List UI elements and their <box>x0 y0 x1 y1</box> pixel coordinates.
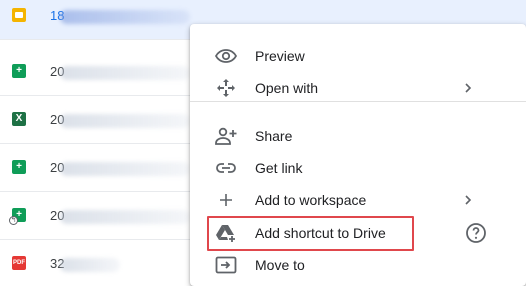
shortcut-badge-icon: ↰ <box>9 216 18 225</box>
sheets-icon: + <box>12 160 26 174</box>
chevron-right-icon <box>460 80 476 96</box>
blurred-file-name <box>60 114 190 128</box>
highlight-annotation-box <box>207 216 414 251</box>
blurred-file-name <box>60 258 120 272</box>
sheets-icon: + <box>12 64 26 78</box>
eye-icon <box>214 44 238 68</box>
blurred-file-name <box>60 66 190 80</box>
menu-item-label: Share <box>255 128 293 144</box>
menu-item-get-link[interactable]: Get link <box>190 152 526 184</box>
menu-item-add-to-workspace[interactable]: Add to workspace <box>190 184 526 216</box>
menu-item-label: Move to <box>255 257 305 273</box>
blurred-file-name <box>60 162 190 176</box>
menu-divider <box>190 101 526 102</box>
menu-item-open-with[interactable]: Open with <box>190 72 526 104</box>
move-to-folder-icon <box>214 253 238 277</box>
menu-item-label: Open with <box>255 80 319 96</box>
plus-icon <box>214 188 238 212</box>
menu-item-label: Add to workspace <box>255 192 367 208</box>
blurred-file-name <box>60 210 190 224</box>
person-add-icon <box>214 124 238 148</box>
slides-icon <box>12 8 26 22</box>
menu-item-share[interactable]: Share <box>190 120 526 152</box>
excel-icon: X <box>12 112 26 126</box>
pdf-icon: PDF <box>12 256 26 270</box>
menu-item-label: Preview <box>255 48 305 64</box>
menu-item-move-to[interactable]: Move to <box>190 249 526 281</box>
help-icon[interactable] <box>464 221 488 245</box>
link-icon <box>214 156 238 180</box>
blurred-file-name <box>60 10 190 24</box>
menu-item-preview[interactable]: Preview <box>190 40 526 72</box>
chevron-right-icon <box>460 192 476 208</box>
context-menu: Preview Open with Share Get link Add to … <box>190 24 526 286</box>
move-arrows-icon <box>214 76 238 100</box>
menu-item-label: Get link <box>255 160 303 176</box>
